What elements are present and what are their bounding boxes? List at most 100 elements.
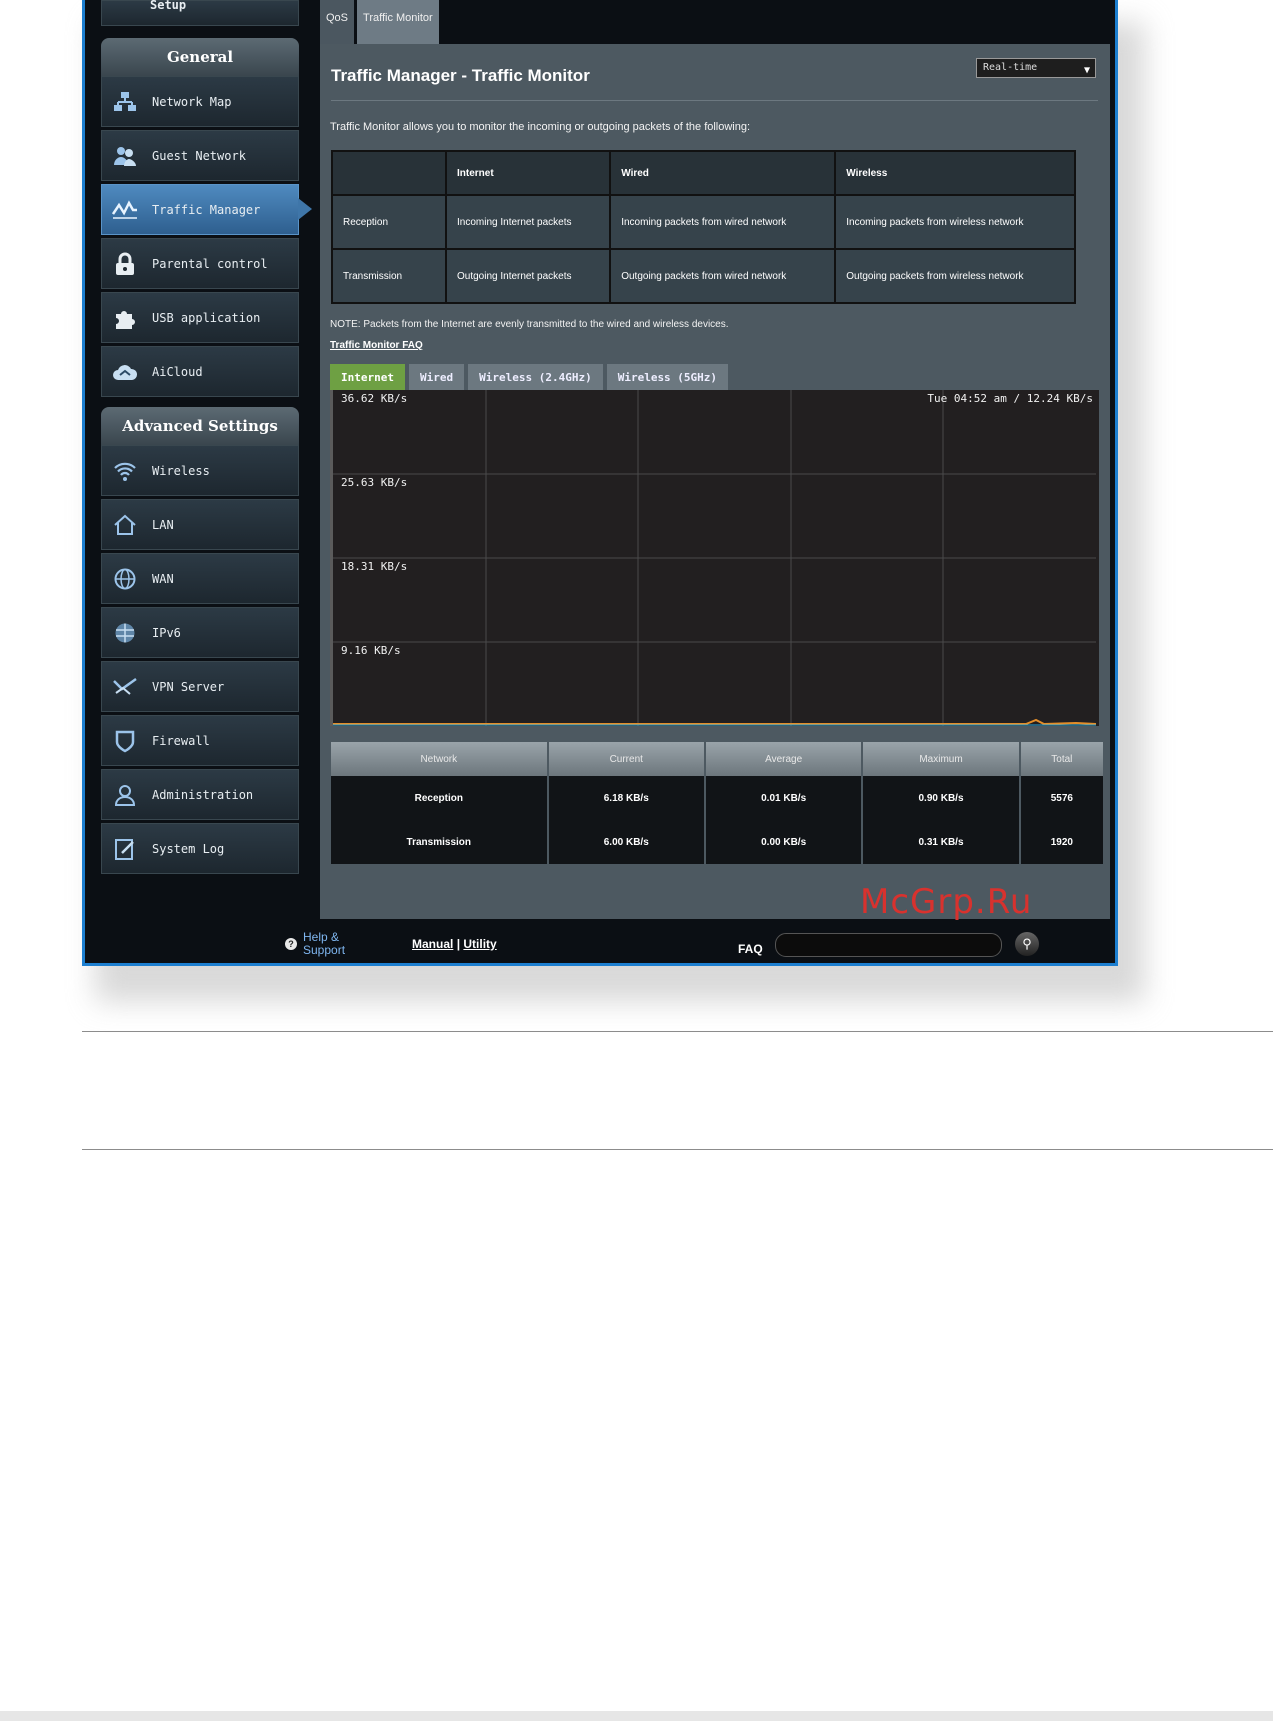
- y-tick-label: 25.63 KB/s: [341, 476, 408, 489]
- sidebar-item-label: Guest Network: [152, 148, 246, 163]
- sidebar-item-network-map[interactable]: Network Map: [101, 76, 299, 127]
- sidebar-item-firewall[interactable]: Firewall: [101, 715, 299, 766]
- legend-cell: Incoming packets from wireless network: [834, 194, 1076, 250]
- sidebar-item-usb-application[interactable]: USB application: [101, 292, 299, 343]
- stats-maximum: 0.90 KB/s: [862, 776, 1021, 820]
- log-icon: [110, 834, 140, 864]
- stats-total: 5576: [1019, 776, 1106, 820]
- sidebar-item-label: LAN: [152, 517, 174, 532]
- traffic-manager-icon: [110, 195, 140, 225]
- sidebar-item-administration[interactable]: Administration: [101, 769, 299, 820]
- sidebar-item-guest-network[interactable]: Guest Network: [101, 130, 299, 181]
- page-title: Traffic Manager - Traffic Monitor: [331, 66, 590, 85]
- help-support-link[interactable]: ? Help & Support: [285, 931, 345, 957]
- sidebar-item-setup[interactable]: Setup: [101, 0, 299, 26]
- top-tabs: QoS Traffic Monitor: [320, 0, 442, 44]
- ipv6-globe-icon: [110, 618, 140, 648]
- manual-link[interactable]: Manual: [412, 937, 453, 951]
- view-mode-select[interactable]: Real-time ▼: [976, 58, 1096, 78]
- page-description: Traffic Monitor allows you to monitor th…: [330, 121, 751, 133]
- tab-internet[interactable]: Internet: [330, 364, 405, 390]
- sidebar-item-wan[interactable]: WAN: [101, 553, 299, 604]
- sidebar-item-system-log[interactable]: System Log: [101, 823, 299, 874]
- sidebar-item-wireless[interactable]: Wireless: [101, 445, 299, 496]
- globe-icon: [110, 564, 140, 594]
- stats-network: Reception: [331, 776, 549, 820]
- help-label: Help &: [303, 930, 340, 944]
- admin-user-icon: [110, 780, 140, 810]
- puzzle-icon: [110, 303, 140, 333]
- row-label: Reception: [331, 194, 447, 250]
- y-tick-label: 36.62 KB/s: [341, 392, 408, 405]
- tab-traffic-monitor[interactable]: Traffic Monitor: [357, 0, 439, 44]
- traffic-chart: 36.62 KB/s 25.63 KB/s 18.31 KB/s 9.16 KB…: [330, 390, 1099, 726]
- stats-header-cell: Maximum: [862, 742, 1021, 776]
- stats-maximum: 0.31 KB/s: [862, 820, 1021, 864]
- stats-current: 6.18 KB/s: [547, 776, 706, 820]
- stats-header-row: Network Current Average Maximum Total: [331, 742, 1106, 776]
- sidebar-item-label: VPN Server: [152, 679, 225, 694]
- footer: ? Help & Support Manual | Utility FAQ ⚲: [285, 925, 1105, 963]
- advanced-settings-group-title: Advanced Settings: [101, 407, 299, 445]
- utility-link[interactable]: Utility: [463, 937, 496, 951]
- watermark: McGrp.Ru: [860, 882, 1033, 922]
- tab-wired[interactable]: Wired: [408, 364, 465, 390]
- row-label: Transmission: [331, 248, 447, 304]
- sidebar-item-lan[interactable]: LAN: [101, 499, 299, 550]
- reception-series-line: [333, 718, 1096, 726]
- content-panel: Traffic Manager - Traffic Monitor Real-t…: [320, 44, 1110, 922]
- link-separator: |: [456, 937, 461, 951]
- tab-qos[interactable]: QoS: [320, 0, 355, 44]
- legend-header-cell: [331, 150, 447, 196]
- help-icon: ?: [285, 938, 297, 950]
- chevron-down-icon: ▼: [1083, 65, 1090, 76]
- search-icon[interactable]: ⚲: [1015, 932, 1039, 956]
- legend-header-cell: Wired: [609, 150, 837, 196]
- home-icon: [110, 510, 140, 540]
- sidebar: Setup General Network Map Guest Network …: [101, 0, 312, 877]
- chart-time-stamp: Tue 04:52 am / 12.24 KB/s: [927, 392, 1093, 405]
- legend-header-cell: Internet: [444, 150, 612, 196]
- legend-cell: Incoming Internet packets: [444, 194, 612, 250]
- sidebar-item-label: AiCloud: [152, 364, 203, 379]
- lock-icon: [110, 249, 140, 279]
- sidebar-item-label: Administration: [152, 787, 254, 802]
- sidebar-item-vpn-server[interactable]: VPN Server: [101, 661, 299, 712]
- page-bottom-bar: [0, 1711, 1273, 1721]
- legend-cell: Outgoing Internet packets: [444, 248, 612, 304]
- footer-links: Manual | Utility: [412, 937, 497, 951]
- traffic-chart-svg: [333, 390, 1096, 726]
- sidebar-item-ipv6[interactable]: IPv6: [101, 607, 299, 658]
- faq-search-input[interactable]: [775, 933, 1002, 957]
- sidebar-item-label: Network Map: [152, 94, 232, 109]
- sidebar-item-label: Wireless: [152, 463, 210, 478]
- router-admin-window: Setup General Network Map Guest Network …: [82, 0, 1118, 966]
- traffic-monitor-faq-link[interactable]: Traffic Monitor FAQ: [330, 340, 423, 351]
- tab-wireless-24ghz[interactable]: Wireless (2.4GHz): [468, 364, 603, 390]
- legend-table: Internet Wired Wireless Reception Incomi…: [331, 150, 1076, 304]
- sidebar-item-aicloud[interactable]: AiCloud: [101, 346, 299, 397]
- table-row: Transmission Outgoing Internet packets O…: [331, 248, 1076, 304]
- sidebar-item-traffic-manager[interactable]: Traffic Manager: [101, 184, 312, 235]
- sidebar-item-label: USB application: [152, 310, 261, 325]
- sidebar-item-parental-control[interactable]: Parental control: [101, 238, 299, 289]
- table-row: Transmission 6.00 KB/s 0.00 KB/s 0.31 KB…: [331, 820, 1106, 864]
- sidebar-item-label: WAN: [152, 571, 174, 586]
- chart-tabs: Internet Wired Wireless (2.4GHz) Wireles…: [330, 364, 732, 390]
- sidebar-item-label: Parental control: [152, 256, 268, 271]
- tab-wireless-5ghz[interactable]: Wireless (5GHz): [606, 364, 729, 390]
- general-group-title: General: [101, 38, 299, 76]
- wifi-icon: [110, 456, 140, 486]
- stats-total: 1920: [1019, 820, 1106, 864]
- table-row: Reception 6.18 KB/s 0.01 KB/s 0.90 KB/s …: [331, 776, 1106, 820]
- stats-average: 0.01 KB/s: [704, 776, 864, 820]
- vpn-icon: [110, 672, 140, 702]
- stats-network: Transmission: [331, 820, 549, 864]
- legend-cell: Incoming packets from wired network: [609, 194, 837, 250]
- stats-header-cell: Current: [547, 742, 706, 776]
- faq-label: FAQ: [738, 942, 763, 956]
- view-mode-value: Real-time: [983, 62, 1038, 73]
- stats-current: 6.00 KB/s: [547, 820, 706, 864]
- title-divider: [331, 100, 1098, 101]
- sidebar-item-label: System Log: [152, 841, 225, 856]
